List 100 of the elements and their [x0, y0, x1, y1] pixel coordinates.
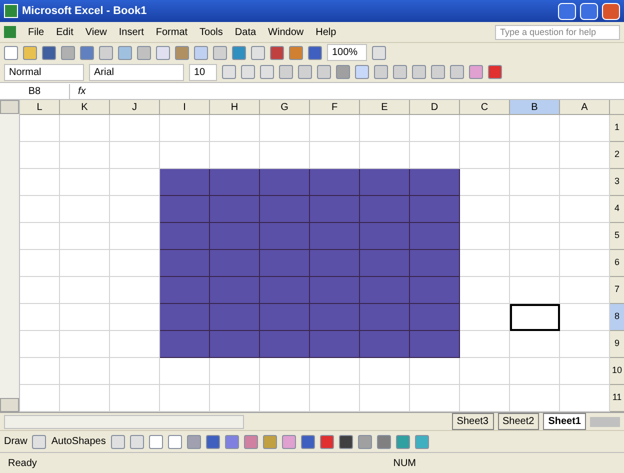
column-header[interactable]: H [210, 100, 260, 115]
grid-cell[interactable] [260, 142, 310, 169]
grid-cell[interactable] [460, 385, 510, 412]
filled-cell[interactable] [210, 196, 260, 223]
grid-cell[interactable] [60, 304, 110, 331]
column-header[interactable]: C [460, 100, 510, 115]
menu-item[interactable]: Data [234, 24, 256, 40]
filled-cell[interactable] [410, 277, 460, 304]
grid-cell[interactable] [110, 358, 160, 385]
autoshapes-menu[interactable]: AutoShapes [51, 434, 106, 449]
grid-cell[interactable] [460, 304, 510, 331]
filled-cell[interactable] [260, 169, 310, 196]
grid-cell[interactable] [110, 115, 160, 142]
filled-cell[interactable] [210, 277, 260, 304]
zoom-field[interactable]: 100% [327, 44, 367, 61]
filled-cell[interactable] [310, 331, 360, 358]
filled-cell[interactable] [310, 169, 360, 196]
maximize-button[interactable] [580, 2, 598, 20]
filled-cell[interactable] [310, 250, 360, 277]
column-header[interactable]: B [510, 100, 560, 115]
menu-item[interactable]: Window [268, 24, 304, 40]
filled-cell[interactable] [360, 304, 410, 331]
grid-cell[interactable] [460, 115, 510, 142]
grid-cell[interactable] [20, 250, 60, 277]
grid-cell[interactable] [60, 331, 110, 358]
grid-cell[interactable] [60, 277, 110, 304]
filled-cell[interactable] [410, 250, 460, 277]
filled-cell[interactable] [260, 223, 310, 250]
row-header[interactable]: 8 [610, 304, 624, 331]
grid-cell[interactable] [460, 223, 510, 250]
grid-cell[interactable] [60, 385, 110, 412]
sheet-tab[interactable]: Sheet3 [452, 413, 494, 430]
grid-cell[interactable] [510, 358, 560, 385]
filled-cell[interactable] [360, 277, 410, 304]
grid-cell[interactable] [410, 142, 460, 169]
grid-cell[interactable] [410, 385, 460, 412]
filled-cell[interactable] [260, 304, 310, 331]
filled-cell[interactable] [360, 169, 410, 196]
filled-cell[interactable] [410, 196, 460, 223]
font-size-dropdown[interactable]: 10 [189, 64, 217, 80]
grid-cell[interactable] [110, 304, 160, 331]
column-header[interactable]: F [310, 100, 360, 115]
filled-cell[interactable] [410, 331, 460, 358]
filled-cell[interactable] [310, 304, 360, 331]
style-dropdown[interactable]: Normal [4, 64, 84, 80]
grid-cell[interactable] [20, 223, 60, 250]
column-header[interactable]: J [110, 100, 160, 115]
grid-cell[interactable] [210, 115, 260, 142]
grid-cell[interactable] [510, 142, 560, 169]
workbook-icon[interactable] [4, 26, 16, 38]
grid-cell[interactable] [110, 142, 160, 169]
grid-cell[interactable] [210, 358, 260, 385]
filled-cell[interactable] [210, 304, 260, 331]
filled-cell[interactable] [360, 331, 410, 358]
grid-cell[interactable] [360, 115, 410, 142]
grid-cell[interactable] [60, 115, 110, 142]
grid-cell[interactable] [260, 115, 310, 142]
scroll-up-icon[interactable] [0, 100, 19, 114]
active-cell[interactable] [510, 304, 560, 331]
grid-cell[interactable] [20, 169, 60, 196]
name-box[interactable]: B8 [0, 84, 70, 98]
grid-cell[interactable] [560, 304, 610, 331]
filled-cell[interactable] [260, 196, 310, 223]
grid-cell[interactable] [560, 250, 610, 277]
grid-cell[interactable] [110, 277, 160, 304]
column-header[interactable]: A [560, 100, 610, 115]
filled-cell[interactable] [410, 304, 460, 331]
filled-cell[interactable] [310, 223, 360, 250]
grid-cell[interactable] [510, 196, 560, 223]
grid-cell[interactable] [310, 142, 360, 169]
vertical-scrollbar[interactable] [0, 100, 20, 412]
filled-cell[interactable] [310, 277, 360, 304]
grid-cell[interactable] [20, 304, 60, 331]
filled-cell[interactable] [410, 223, 460, 250]
grid-cell[interactable] [260, 385, 310, 412]
minimize-button[interactable] [558, 2, 576, 20]
sheet-tab[interactable]: Sheet2 [498, 413, 540, 430]
grid-cell[interactable] [360, 385, 410, 412]
grid-cell[interactable] [210, 385, 260, 412]
grid-cell[interactable] [560, 169, 610, 196]
filled-cell[interactable] [310, 196, 360, 223]
filled-cell[interactable] [160, 304, 210, 331]
font-dropdown[interactable]: Arial [89, 64, 184, 80]
close-button[interactable] [602, 2, 620, 20]
grid-cell[interactable] [410, 115, 460, 142]
scroll-down-icon[interactable] [0, 398, 19, 412]
filled-cell[interactable] [260, 277, 310, 304]
grid-cell[interactable] [460, 169, 510, 196]
grid-cell[interactable] [560, 358, 610, 385]
grid-cell[interactable] [510, 115, 560, 142]
filled-cell[interactable] [410, 169, 460, 196]
grid-cell[interactable] [560, 196, 610, 223]
menu-item[interactable]: Format [156, 24, 188, 40]
grid-cell[interactable] [110, 331, 160, 358]
grid-cell[interactable] [20, 196, 60, 223]
grid-cell[interactable] [460, 331, 510, 358]
grid-cell[interactable] [560, 277, 610, 304]
grid-cell[interactable] [460, 196, 510, 223]
grid-cell[interactable] [20, 115, 60, 142]
draw-menu[interactable]: Draw [4, 434, 28, 449]
